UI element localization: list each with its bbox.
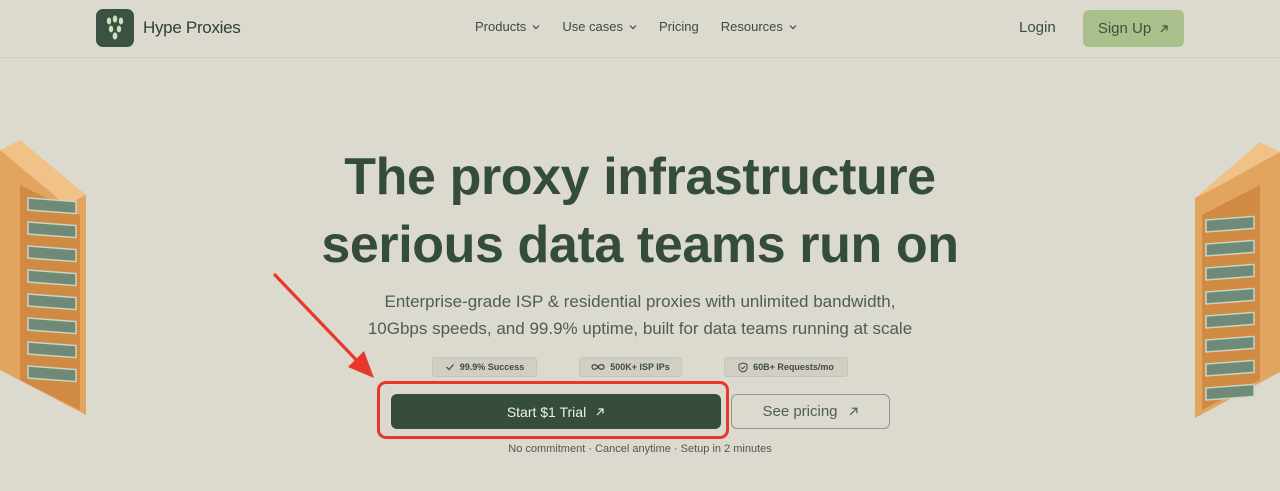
badge-label: 60B+ Requests/mo <box>753 362 834 372</box>
menu-item-pricing[interactable]: Pricing <box>659 19 699 34</box>
menu-item-label: Products <box>475 19 527 34</box>
badge-label: 99.9% Success <box>459 362 525 372</box>
hero-subtitle: Enterprise-grade ISP & residential proxi… <box>0 288 1280 342</box>
infinity-icon <box>591 364 605 370</box>
start-trial-label: Start $1 Trial <box>506 403 587 420</box>
menu-item-use-cases[interactable]: Use cases <box>562 19 637 34</box>
sign-up-button[interactable]: Sign Up <box>1083 10 1184 47</box>
arrow-up-right-icon <box>596 407 604 415</box>
chevron-down-icon <box>789 24 797 29</box>
menu-item-label: Pricing <box>659 19 699 34</box>
see-pricing-label: See pricing <box>762 403 838 420</box>
menu-item-label: Use cases <box>562 19 624 34</box>
chevron-down-icon <box>532 24 540 29</box>
badge-requests: 60B+ Requests/mo <box>724 357 848 377</box>
badge-label: 500K+ ISP IPs <box>610 362 670 372</box>
logo-text: Hype Proxies <box>143 18 241 37</box>
sign-up-label: Sign Up <box>1097 20 1152 37</box>
shield-check-icon <box>738 361 748 373</box>
chevron-down-icon <box>629 24 637 29</box>
hero-title-line1: The proxy infrastructure <box>344 148 936 206</box>
annotation-arrow-icon <box>273 273 374 378</box>
hero-subtitle-line2: 10Gbps speeds, and 99.9% uptime, built f… <box>367 319 913 338</box>
menu-item-resources[interactable]: Resources <box>721 19 797 34</box>
top-navbar: Hype Proxies Products Use cases Pricing … <box>0 0 1280 58</box>
hero-title-line2: serious data teams run on <box>321 216 959 274</box>
badge-isp-ips: 500K+ ISP IPs <box>579 357 682 377</box>
arrow-up-right-icon <box>1160 24 1168 32</box>
hero-subtitle-line1: Enterprise-grade ISP & residential proxi… <box>384 292 896 311</box>
logo-link[interactable]: Hype Proxies <box>96 9 241 47</box>
main-menu: Products Use cases Pricing Resources <box>475 19 797 34</box>
badge-success: 99.9% Success <box>432 357 537 377</box>
menu-item-products[interactable]: Products <box>475 19 540 34</box>
menu-item-label: Resources <box>720 19 783 34</box>
start-trial-button[interactable]: Start $1 Trial <box>391 394 721 429</box>
arrow-up-right-icon <box>849 407 857 416</box>
login-link[interactable]: Login <box>1019 19 1056 36</box>
check-icon <box>445 364 454 371</box>
fine-print: No commitment · Cancel anytime · Setup i… <box>508 443 772 455</box>
logo-icon <box>96 9 134 47</box>
see-pricing-button[interactable]: See pricing <box>731 394 890 429</box>
hero-title: The proxy infrastructure serious data te… <box>0 143 1280 279</box>
